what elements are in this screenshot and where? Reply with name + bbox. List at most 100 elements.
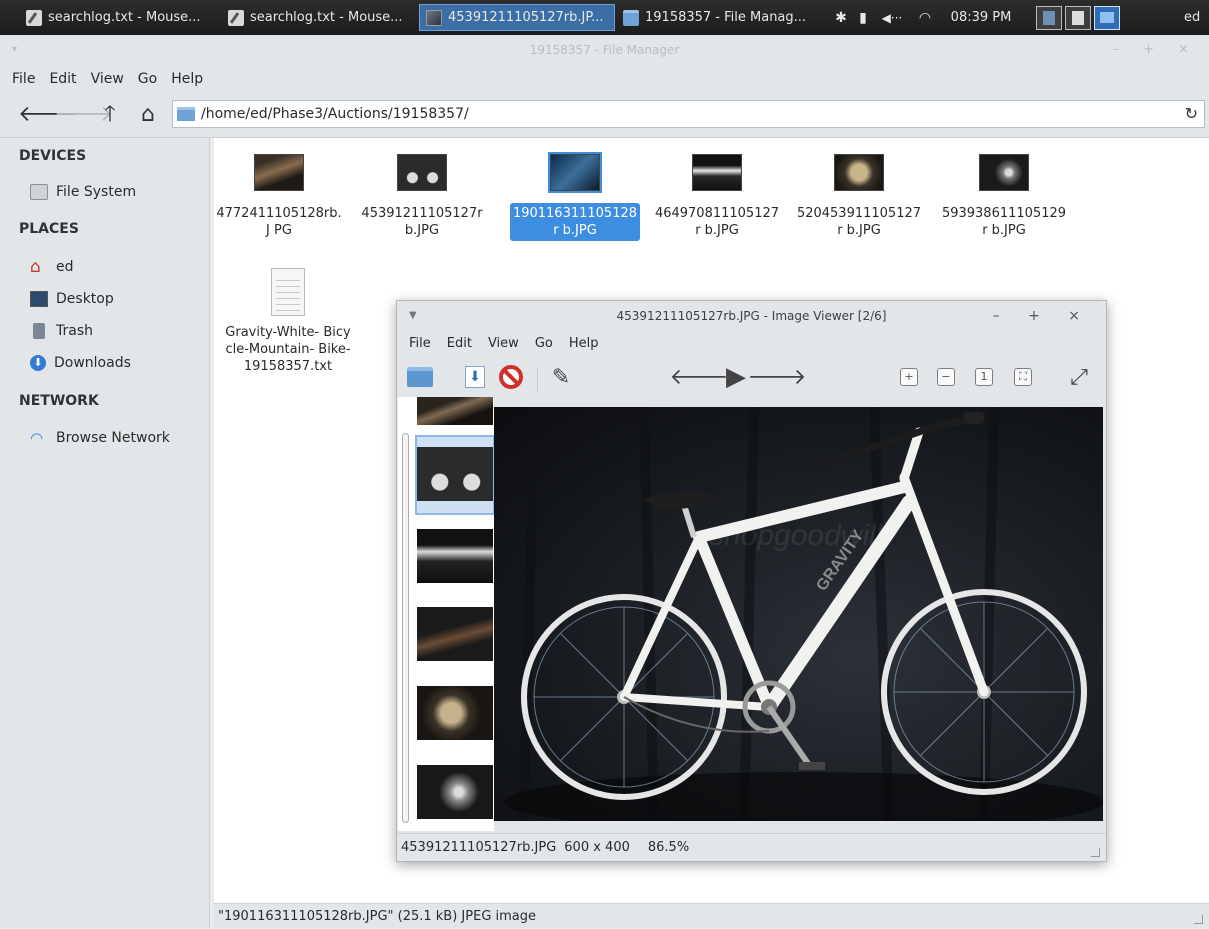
next-icon[interactable]: 🡒: [748, 363, 807, 391]
thumbnail-scrollbar[interactable]: [402, 433, 409, 823]
open-folder-icon[interactable]: [407, 367, 433, 387]
strip-thumbnail[interactable]: [417, 607, 493, 661]
zoom-out-icon[interactable]: −: [937, 368, 955, 386]
zoom-fit-icon[interactable]: ⛶: [1014, 368, 1032, 386]
file-item[interactable]: 45391211105127r b.JPG: [357, 138, 487, 241]
file-name: Gravity-White- Bicycle-Mountain- Bike-19…: [225, 325, 351, 374]
launcher-dark-icon[interactable]: [1036, 5, 1062, 30]
reload-icon[interactable]: ↻: [1185, 104, 1198, 123]
menu-go[interactable]: Go: [527, 336, 561, 351]
sidebar-item-trash[interactable]: Trash: [30, 323, 93, 339]
strip-thumbnail[interactable]: [417, 765, 493, 819]
resize-grip[interactable]: [1194, 915, 1203, 924]
sidebar: DEVICES File System PLACES ⌂ ed Desktop …: [0, 138, 210, 928]
fullscreen-icon[interactable]: ⤢: [1065, 363, 1093, 391]
zoom-in-icon[interactable]: +: [900, 368, 918, 386]
task-searchlog-2[interactable]: searchlog.txt - Mouse...: [222, 4, 418, 31]
menu-view[interactable]: View: [480, 336, 527, 351]
strip-thumbnail[interactable]: [417, 397, 493, 425]
launcher-folder-icon[interactable]: [1094, 5, 1120, 30]
strip-thumbnail[interactable]: [417, 686, 493, 740]
strip-thumbnail-selected[interactable]: [415, 435, 494, 515]
file-item[interactable]: 4772411105128rb.J PG: [214, 138, 344, 241]
image-thumbnail: [397, 154, 447, 191]
task-label: searchlog.txt - Mouse...: [250, 10, 403, 25]
delete-icon[interactable]: [499, 365, 523, 389]
launcher-editor-icon[interactable]: [1065, 5, 1091, 30]
window-controls[interactable]: – + ×: [993, 301, 1092, 331]
image-viewer-toolbar: ⬇ ✎ 🡐 ▶ 🡒 + − 1 ⛶ ⤢: [397, 357, 1106, 397]
image-thumbnail: [692, 154, 742, 191]
play-slideshow-icon[interactable]: ▶: [722, 362, 750, 392]
text-editor-icon: [26, 9, 42, 26]
edit-pencil-icon[interactable]: ✎: [547, 363, 575, 391]
menu-edit[interactable]: Edit: [439, 336, 480, 351]
task-label: 19158357 - File Manag...: [645, 10, 807, 25]
task-image-viewer[interactable]: 45391211105127rb.JP...: [419, 4, 615, 31]
user-name[interactable]: ed: [1184, 0, 1200, 35]
toolbar-separator: [537, 367, 538, 393]
sidebar-item-downloads[interactable]: ⬇ Downloads: [30, 355, 131, 371]
zoom-normal-icon[interactable]: 1: [975, 368, 993, 386]
sidebar-item-browse-network[interactable]: ◠ Browse Network: [30, 430, 170, 446]
menu-help[interactable]: Help: [164, 71, 210, 87]
resize-grip[interactable]: [1091, 848, 1100, 857]
up-arrow-icon[interactable]: 🡑: [98, 103, 122, 127]
sidebar-item-label: Downloads: [54, 355, 131, 371]
location-bar[interactable]: /home/ed/Phase3/Auctions/19158357/ ↻: [172, 100, 1205, 128]
menu-view[interactable]: View: [84, 71, 131, 87]
sidebar-item-home[interactable]: ⌂ ed: [30, 259, 74, 276]
sidebar-item-label: ed: [56, 259, 74, 275]
file-name: 4772411105128rb.J PG: [216, 206, 342, 238]
window-title: 19158357 - File Manager: [529, 43, 680, 57]
menu-edit[interactable]: Edit: [42, 71, 83, 87]
back-arrow-icon[interactable]: 🡐: [18, 103, 77, 127]
task-searchlog-1[interactable]: searchlog.txt - Mouse...: [20, 4, 220, 31]
sidebar-heading-places: PLACES: [19, 221, 79, 237]
window-menu-icon[interactable]: ▼: [409, 301, 417, 331]
strip-thumbnail[interactable]: [417, 529, 493, 583]
sidebar-heading-devices: DEVICES: [19, 148, 87, 164]
main-image[interactable]: shopgoodwill GRAVITY: [494, 407, 1103, 821]
file-item[interactable]: 464970811105127r b.JPG: [652, 138, 782, 241]
sidebar-item-desktop[interactable]: Desktop: [30, 291, 114, 307]
sidebar-item-label: File System: [56, 184, 137, 200]
sidebar-item-label: Desktop: [56, 291, 114, 307]
battery-icon[interactable]: ▮: [852, 10, 874, 26]
sidebar-item-label: Trash: [56, 323, 93, 339]
file-name: 190116311105128r b.JPG: [510, 203, 640, 241]
status-filename: 45391211105127rb.JPG: [401, 840, 557, 855]
file-item-selected[interactable]: 190116311105128r b.JPG: [510, 138, 640, 241]
sidebar-heading-network: NETWORK: [19, 393, 99, 409]
bluetooth-icon[interactable]: ✱: [830, 10, 852, 26]
drive-icon: [30, 184, 48, 200]
save-icon[interactable]: ⬇: [465, 366, 485, 388]
image-thumbnail: [550, 154, 600, 191]
image-thumbnail: [979, 154, 1029, 191]
task-file-manager[interactable]: 19158357 - File Manag...: [617, 4, 817, 31]
window-controls[interactable]: – + ×: [1112, 35, 1199, 65]
sidebar-item-file-system[interactable]: File System: [30, 184, 136, 200]
file-item[interactable]: 593938611105129r b.JPG: [939, 138, 1069, 241]
forward-arrow-icon[interactable]: 🡒: [54, 103, 113, 127]
volume-icon[interactable]: ◀···: [874, 11, 910, 25]
clock[interactable]: 08:39 PM: [940, 10, 1022, 25]
window-menu-icon[interactable]: ▾: [12, 35, 17, 65]
previous-icon[interactable]: 🡐: [670, 363, 729, 391]
wifi-icon[interactable]: ◠: [910, 10, 940, 26]
file-name: 464970811105127r b.JPG: [654, 206, 780, 238]
image-icon: [426, 9, 442, 26]
file-item[interactable]: 520453911105127r b.JPG: [794, 138, 924, 241]
menu-help[interactable]: Help: [561, 336, 607, 351]
file-manager-statusbar: "190116311105128rb.JPG" (25.1 kB) JPEG i…: [214, 903, 1209, 928]
file-manager-titlebar: ▾ 19158357 - File Manager – + ×: [0, 35, 1209, 65]
menu-go[interactable]: Go: [131, 71, 164, 87]
sidebar-item-label: Browse Network: [56, 430, 170, 446]
home-icon[interactable]: ⌂: [136, 103, 160, 127]
task-label: searchlog.txt - Mouse...: [48, 10, 201, 25]
menu-file[interactable]: File: [0, 71, 42, 87]
wifi-icon: ◠: [30, 429, 44, 447]
image-viewer-titlebar[interactable]: ▼ 45391211105127rb.JPG - Image Viewer [2…: [397, 301, 1106, 331]
menu-file[interactable]: File: [401, 336, 439, 351]
file-item[interactable]: Gravity-White- Bicycle-Mountain- Bike-19…: [222, 260, 354, 377]
